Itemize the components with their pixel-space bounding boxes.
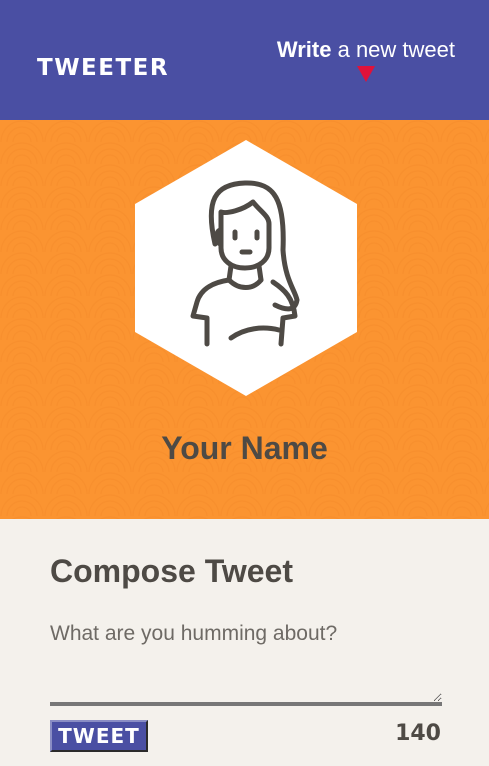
chevron-down-icon[interactable] bbox=[357, 66, 375, 82]
app-logo[interactable]: TWEETER bbox=[37, 54, 169, 82]
character-counter: 140 bbox=[395, 721, 441, 746]
profile-name: Your Name bbox=[161, 430, 328, 466]
write-new-tweet-link[interactable]: Write a new tweet bbox=[277, 36, 455, 64]
write-new-tweet-text: a new tweet bbox=[331, 37, 455, 62]
tweet-button[interactable]: TWEET bbox=[50, 720, 148, 752]
profile-banner: Your Name bbox=[0, 120, 489, 519]
tweet-text-input[interactable] bbox=[50, 618, 442, 706]
compose-title: Compose Tweet bbox=[50, 553, 293, 589]
write-new-tweet-bold: Write bbox=[276, 37, 332, 62]
top-nav: TWEETER Write a new tweet bbox=[0, 0, 489, 120]
user-avatar-icon bbox=[135, 140, 357, 396]
